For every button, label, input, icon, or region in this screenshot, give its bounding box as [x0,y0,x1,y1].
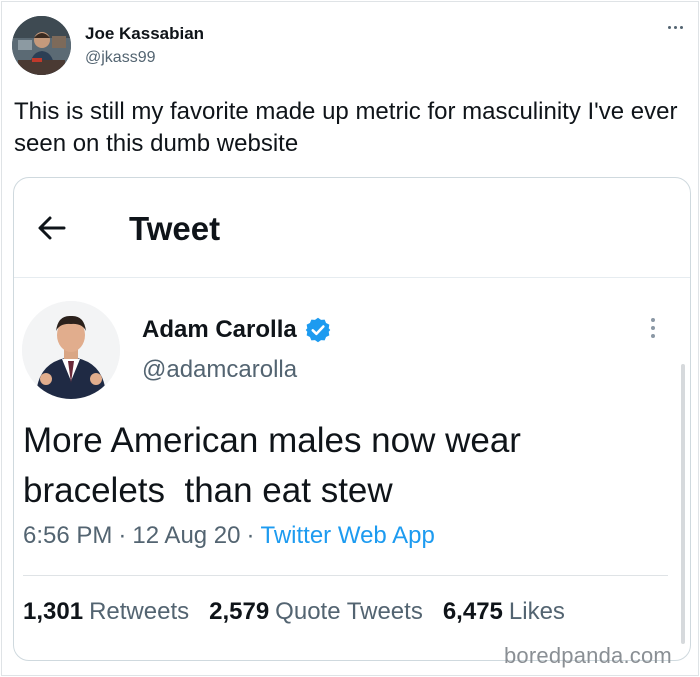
outer-author-handle[interactable]: @jkass99 [85,49,156,67]
meta-separator: · [246,522,255,549]
tweet-stats: 1,301 Retweets 2,579 Quote Tweets 6,475 Lik… [23,598,565,626]
more-vertical-icon[interactable] [648,318,658,342]
stat-count: 6,475 [442,598,503,625]
scrollbar[interactable] [681,364,685,644]
stat-count: 1,301 [23,598,84,625]
embedded-tweet-text: More American males now wear bracelets t… [23,421,531,510]
outer-author-avatar[interactable] [12,16,71,75]
tweet-source-link[interactable]: Twitter Web App [261,522,435,549]
inner-author-name-row: Adam Carolla [142,314,332,346]
tweet-meta: 6:56 PM · 12 Aug 20 · Twitter Web App [23,522,435,550]
stat-label: Retweets [89,598,190,625]
stat-label: Likes [508,598,565,625]
embedded-tweet-card: Tweet Adam Carolla @adamcarolla More Ame… [13,177,691,661]
stat-label: Quote Tweets [275,598,423,625]
meta-separator: · [118,522,127,549]
watermark: boredpanda.com [504,643,672,668]
verified-badge-icon [305,317,330,343]
inner-author-handle[interactable]: @adamcarolla [142,356,297,384]
retweets-stat[interactable]: 1,301 Retweets [23,598,189,626]
quote-tweets-stat[interactable]: 2,579 Quote Tweets [209,598,423,626]
back-arrow-icon[interactable] [36,212,68,244]
outer-tweet-text: This is still my favorite made up metric… [14,98,678,157]
inner-author-avatar[interactable] [22,301,120,399]
outer-author-name[interactable]: Joe Kassabian [85,24,204,44]
embedded-topbar: Tweet [14,178,690,278]
stats-divider [23,575,668,576]
stat-count: 2,579 [209,598,270,625]
tweet-time[interactable]: 6:56 PM [23,522,112,549]
embedded-header-title: Tweet [129,210,221,247]
tweet-date[interactable]: 12 Aug 20 [132,522,240,549]
likes-stat[interactable]: 6,475 Likes [443,598,565,626]
more-horizontal-icon[interactable] [668,22,690,32]
inner-author-name[interactable]: Adam Carolla [142,316,297,344]
